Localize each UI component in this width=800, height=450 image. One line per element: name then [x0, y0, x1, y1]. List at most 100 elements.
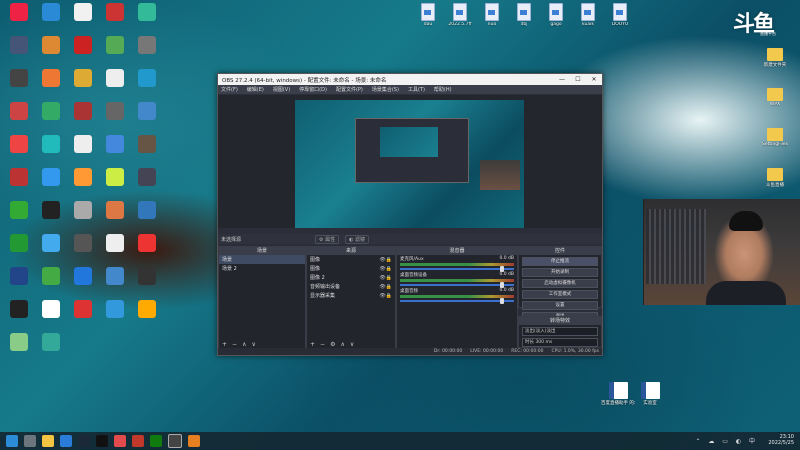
desktop-app-icon[interactable]: [4, 168, 34, 198]
word-shortcut[interactable]: 百度直播助手 的介绍: [601, 382, 635, 412]
file-shortcut[interactable]: dbj: [509, 3, 539, 33]
transition-select[interactable]: 淡出(淡入)淡出: [522, 327, 598, 336]
menu-scene-collection[interactable]: 场景集合(S): [372, 86, 399, 93]
obs-titlebar[interactable]: OBS 27.2.4 (64-bit, windows) - 配置文件: 未命名…: [218, 74, 602, 85]
filters-button[interactable]: ◐ 滤镜: [345, 234, 370, 244]
move-up-button[interactable]: ∧: [340, 341, 344, 348]
maximize-button[interactable]: ☐: [570, 76, 586, 83]
scene-item[interactable]: 场景: [219, 255, 305, 264]
desktop-app-icon[interactable]: [36, 135, 66, 165]
source-settings-icon[interactable]: ⚙: [330, 341, 335, 348]
desktop-app-icon[interactable]: [4, 135, 34, 165]
desktop-app-icon[interactable]: [36, 3, 66, 33]
desktop-app-icon[interactable]: [132, 36, 162, 66]
menu-view[interactable]: 视图(V): [273, 86, 290, 93]
stop-streaming-button[interactable]: 停止推流: [522, 257, 598, 266]
source-item[interactable]: 图像 👁🔒: [307, 264, 395, 273]
desktop-app-icon[interactable]: [36, 36, 66, 66]
xbox-icon[interactable]: [150, 435, 162, 447]
clock[interactable]: 23:10 2022/5/25: [768, 434, 794, 446]
desktop-app-icon[interactable]: [68, 102, 98, 132]
virtual-camera-button[interactable]: 启动虚拟摄像机: [522, 279, 598, 288]
desktop-app-icon[interactable]: [4, 201, 34, 231]
folder-shortcut[interactable]: WPX: [760, 85, 790, 115]
folder-shortcut[interactable]: SettingFiles: [760, 125, 790, 155]
desktop-app-icon[interactable]: [4, 102, 34, 132]
word-shortcut[interactable]: 实验室: [635, 382, 665, 412]
steam-icon[interactable]: [78, 435, 90, 447]
desktop-app-icon[interactable]: [4, 333, 34, 363]
desktop-app-icon[interactable]: [68, 3, 98, 33]
eye-icon[interactable]: 👁🔒: [379, 266, 392, 272]
windows-start-icon[interactable]: [6, 435, 18, 447]
desktop-app-icon[interactable]: [36, 300, 66, 330]
volume-slider[interactable]: [400, 266, 514, 272]
app-icon[interactable]: [132, 435, 144, 447]
desktop-app-icon[interactable]: [100, 201, 130, 231]
file-shortcut[interactable]: kuaik: [573, 3, 603, 33]
desktop-app-icon[interactable]: [68, 234, 98, 264]
menu-edit[interactable]: 编辑(E): [247, 86, 264, 93]
volume-slider[interactable]: [400, 298, 514, 304]
desktop-app-icon[interactable]: [4, 3, 34, 33]
desktop-app-icon[interactable]: [132, 3, 162, 33]
app-icon[interactable]: [114, 435, 126, 447]
file-shortcut[interactable]: DOUYU: [605, 3, 635, 33]
desktop-app-icon[interactable]: [68, 36, 98, 66]
desktop-app-icon[interactable]: [36, 69, 66, 99]
edge-icon[interactable]: [60, 435, 72, 447]
file-shortcut[interactable]: gago: [541, 3, 571, 33]
desktop-app-icon[interactable]: [36, 267, 66, 297]
tiktok-icon[interactable]: [96, 435, 108, 447]
move-up-button[interactable]: ∧: [242, 341, 246, 348]
desktop-app-icon[interactable]: [4, 300, 34, 330]
menu-docks[interactable]: 停靠窗口(D): [299, 86, 327, 93]
properties-button[interactable]: ⚙ 属性: [315, 234, 340, 244]
source-item[interactable]: 图像 👁🔒: [307, 255, 395, 264]
desktop-app-icon[interactable]: [68, 201, 98, 231]
minimize-button[interactable]: —: [554, 76, 570, 83]
obs-taskbar-icon[interactable]: [168, 434, 182, 448]
desktop-app-icon[interactable]: [132, 234, 162, 264]
desktop-app-icon[interactable]: [100, 3, 130, 33]
menu-help[interactable]: 帮助(H): [434, 86, 452, 93]
desktop-app-icon[interactable]: [4, 234, 34, 264]
remove-scene-button[interactable]: −: [232, 341, 237, 348]
desktop-app-icon[interactable]: [132, 135, 162, 165]
source-item[interactable]: 显示器采集 👁🔒: [307, 291, 395, 300]
desktop-app-icon[interactable]: [4, 36, 34, 66]
close-button[interactable]: ✕: [586, 76, 602, 83]
desktop-app-icon[interactable]: [100, 300, 130, 330]
menu-file[interactable]: 文件(F): [221, 86, 238, 93]
desktop-app-icon[interactable]: [36, 201, 66, 231]
file-shortcut[interactable]: dau: [413, 3, 443, 33]
douyu-taskbar-icon[interactable]: [188, 435, 200, 447]
transition-duration[interactable]: 时长 300 ms: [522, 338, 598, 347]
desktop-app-icon[interactable]: [100, 267, 130, 297]
source-item[interactable]: 图像 2 👁🔒: [307, 273, 395, 282]
settings-button[interactable]: 设置: [522, 301, 598, 310]
start-recording-button[interactable]: 开始录制: [522, 268, 598, 277]
remove-source-button[interactable]: −: [320, 341, 325, 348]
add-scene-button[interactable]: +: [222, 341, 227, 348]
desktop-app-icon[interactable]: [4, 267, 34, 297]
eye-icon[interactable]: 👁🔒: [379, 293, 392, 299]
desktop-app-icon[interactable]: [132, 201, 162, 231]
desktop-app-icon[interactable]: [4, 69, 34, 99]
volume-slider[interactable]: [400, 282, 514, 288]
desktop-app-icon[interactable]: [36, 168, 66, 198]
desktop-app-icon[interactable]: [100, 168, 130, 198]
eye-icon[interactable]: 👁🔒: [379, 275, 392, 281]
folder-shortcut[interactable]: 新建文件夹: [760, 45, 790, 75]
search-icon[interactable]: [24, 435, 36, 447]
desktop-app-icon[interactable]: [100, 36, 130, 66]
folder-shortcut[interactable]: 斗鱼直播: [760, 165, 790, 195]
source-item[interactable]: 音频输出设备 👁🔒: [307, 282, 395, 291]
scene-item[interactable]: 场景 2: [219, 264, 305, 273]
menu-profile[interactable]: 配置文件(P): [336, 86, 363, 93]
system-tray-icons[interactable]: ⌃ ☁ ▭ ◐ 中: [695, 436, 758, 445]
desktop-app-icon[interactable]: [100, 69, 130, 99]
desktop-app-icon[interactable]: [68, 300, 98, 330]
obs-preview[interactable]: [218, 95, 602, 228]
desktop-app-icon[interactable]: [68, 267, 98, 297]
